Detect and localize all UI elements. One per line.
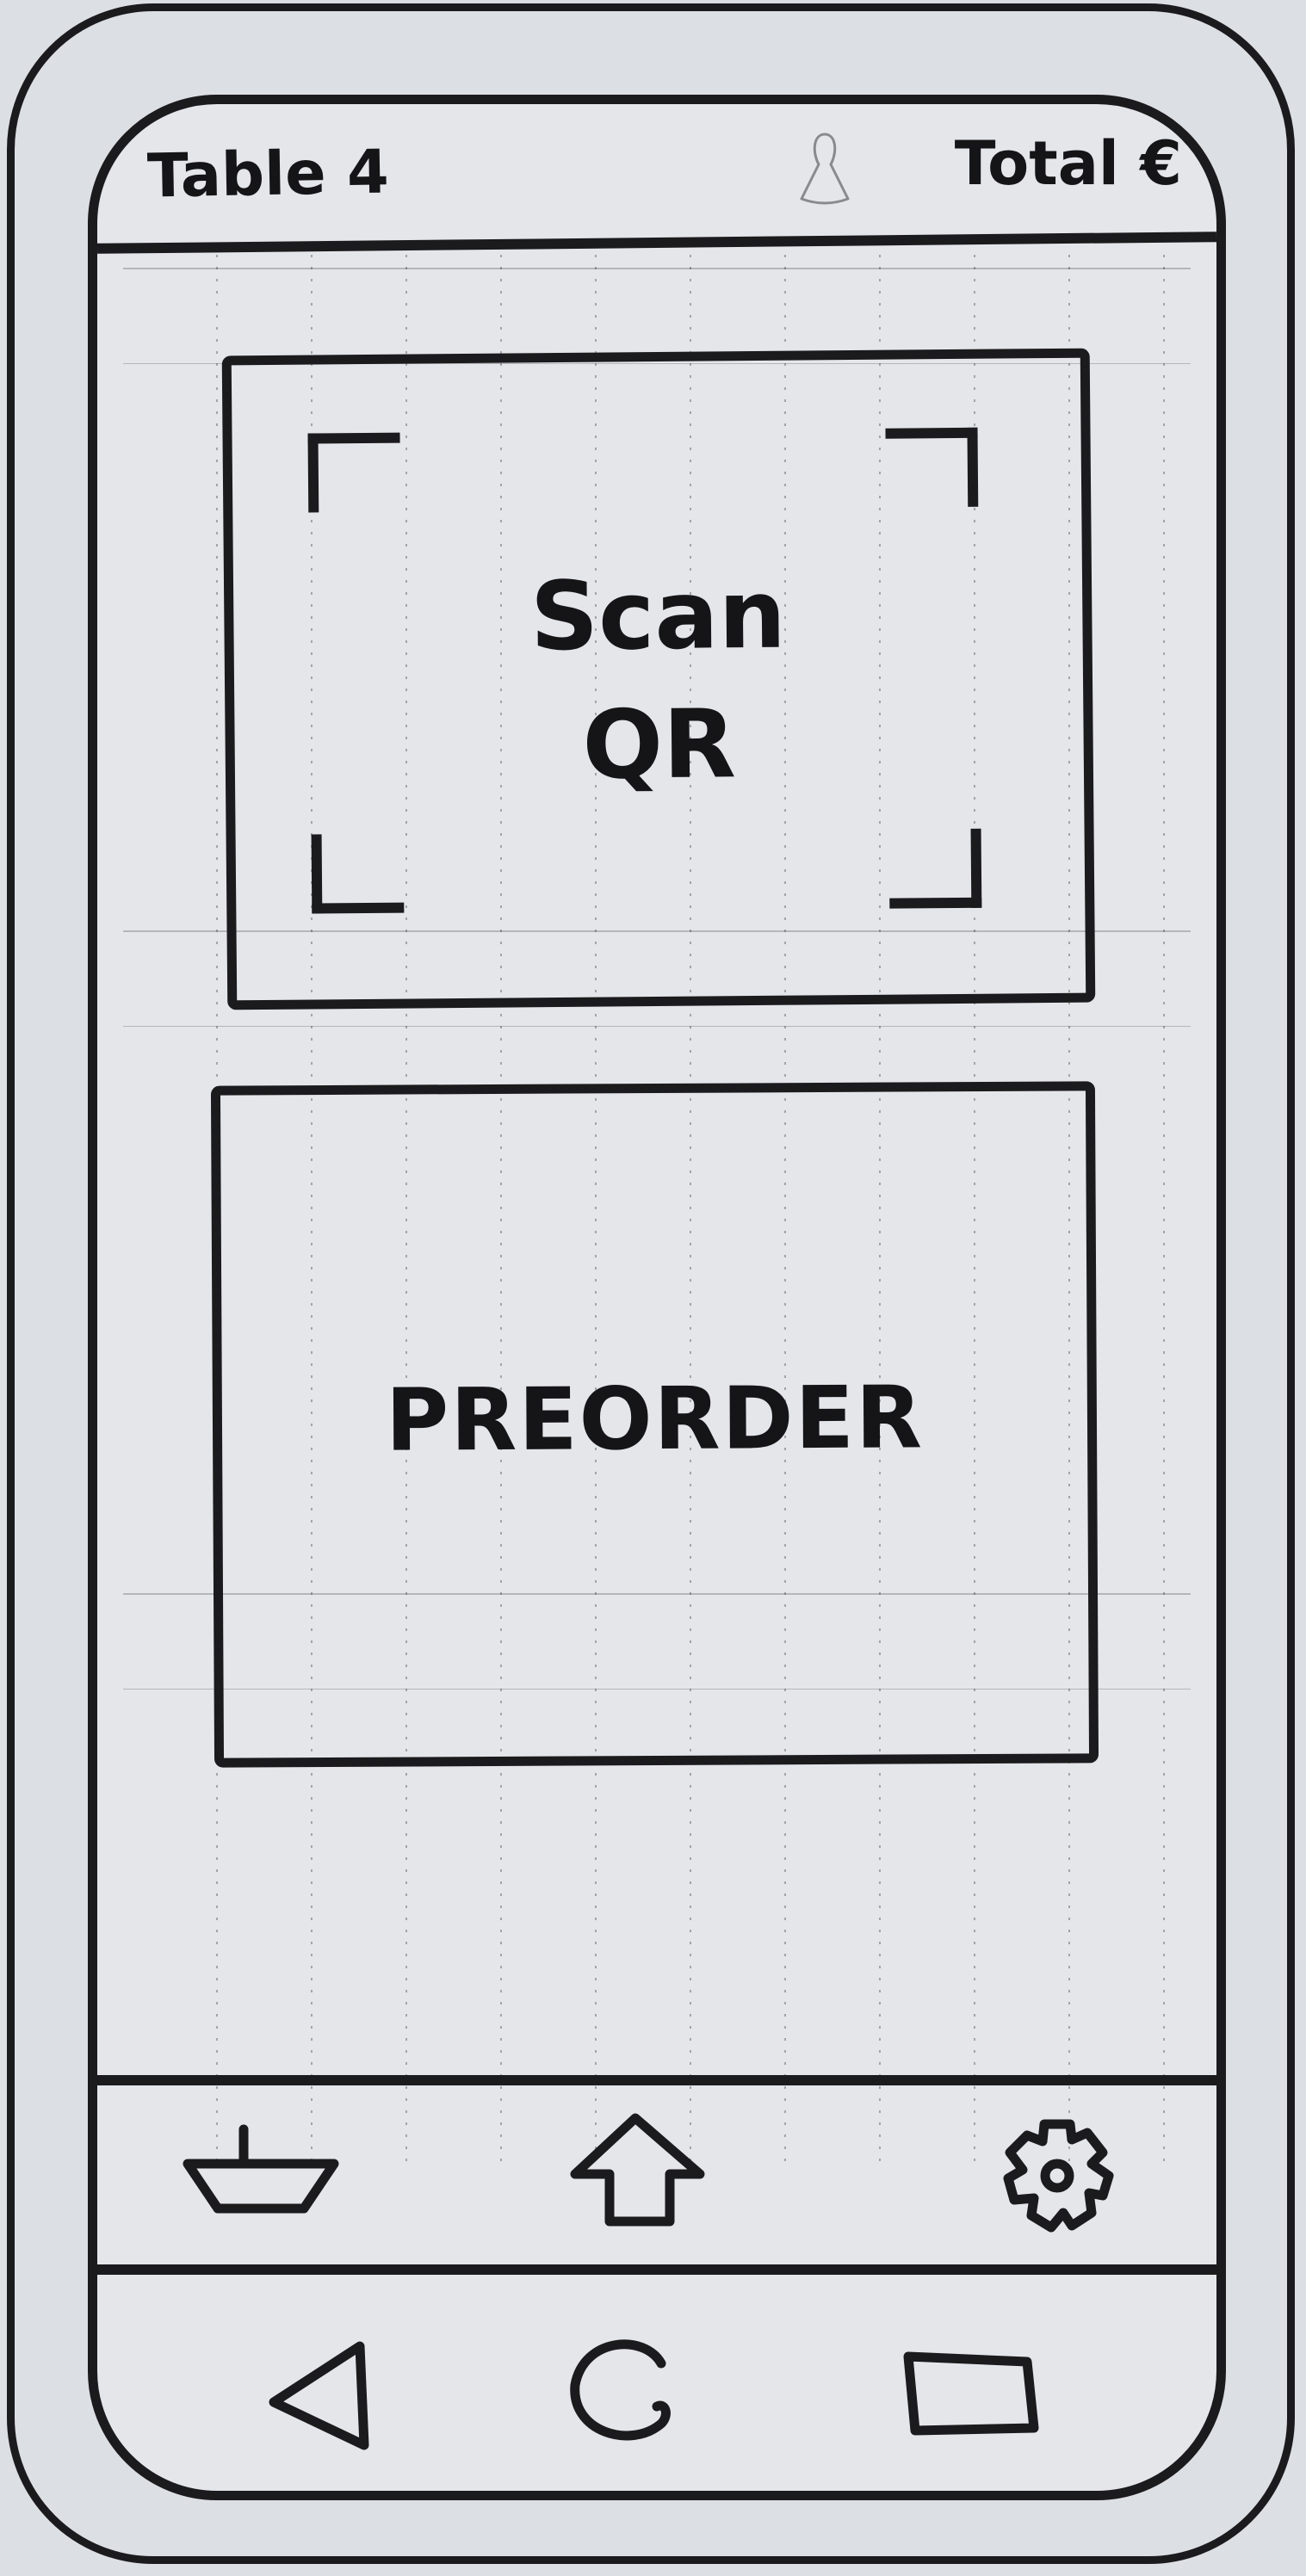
basket-icon[interactable] — [175, 2122, 347, 2217]
qr-scan-frame-icon — [311, 833, 405, 914]
home-circle-icon[interactable] — [562, 2329, 683, 2449]
back-icon[interactable] — [261, 2338, 373, 2458]
preorder-button[interactable]: PREORDER — [210, 1081, 1099, 1768]
scan-qr-label: Scan QR — [233, 547, 1085, 813]
table-title: Table 4 — [146, 136, 390, 212]
phone-screen: Table 4 Total € Scan QR PREORDER — [88, 95, 1226, 2500]
home-icon[interactable] — [558, 2110, 713, 2230]
scan-qr-button[interactable]: Scan QR — [221, 348, 1096, 1010]
preorder-label: PREORDER — [385, 1367, 925, 1471]
qr-scan-frame-icon — [885, 427, 979, 508]
total-amount[interactable]: Total € — [955, 128, 1182, 199]
scan-label-line2: QR — [581, 689, 737, 800]
gear-icon[interactable] — [993, 2114, 1122, 2239]
recents-square-icon[interactable] — [898, 2346, 1044, 2441]
user-icon[interactable] — [795, 130, 855, 207]
scan-label-line1: Scan — [529, 559, 787, 672]
bottom-nav-divider — [97, 2075, 1216, 2085]
system-nav-divider — [97, 2264, 1216, 2275]
qr-scan-frame-icon — [307, 432, 401, 513]
qr-scan-frame-icon — [888, 828, 982, 909]
